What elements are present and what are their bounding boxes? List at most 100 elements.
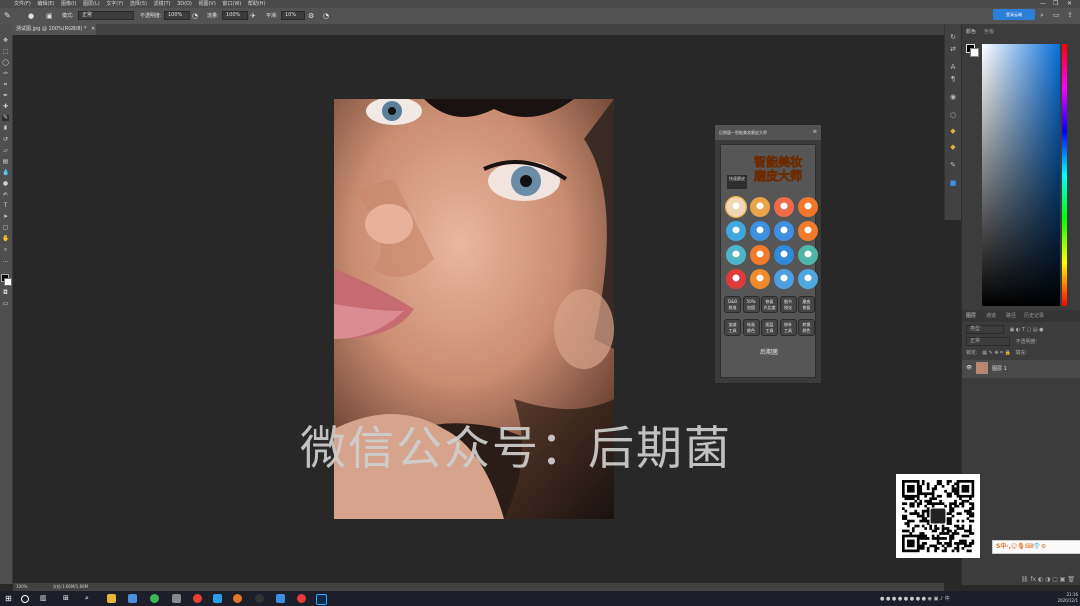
crop-tool-icon[interactable]: ⌗ xyxy=(2,82,9,88)
tool-button[interactable]: 磨皮 修复 xyxy=(798,296,815,313)
search-icon[interactable]: ⌕ xyxy=(1040,11,1044,20)
smooth-input[interactable]: 10% xyxy=(281,8,305,24)
history-brush-icon[interactable]: ↺ xyxy=(2,137,9,143)
menu-image[interactable]: 图像(I) xyxy=(61,0,76,8)
tool-button[interactable]: 修复 光比度 xyxy=(761,296,778,313)
brush-preset-icon[interactable]: ● xyxy=(28,8,34,24)
brush-tool-icon[interactable]: ✎ xyxy=(2,115,9,121)
quick-mask-icon[interactable]: ◘ xyxy=(2,290,9,296)
cloud-login-badge[interactable]: 登录云端 xyxy=(993,9,1035,20)
tab-swatches[interactable]: 色板 xyxy=(984,28,994,35)
tab-paths[interactable]: 路径 xyxy=(1006,310,1016,322)
color-picker-field[interactable] xyxy=(982,44,1060,306)
app-icon-2[interactable] xyxy=(150,594,159,603)
cortana-icon[interactable] xyxy=(21,595,29,603)
background-color-swatch[interactable] xyxy=(4,278,12,286)
system-clock[interactable]: 21:16 2020/12/1 xyxy=(1048,592,1078,604)
app-icon-4[interactable] xyxy=(213,594,222,603)
eyedropper-tool-icon[interactable]: ✒ xyxy=(2,93,9,99)
menu-help[interactable]: 帮助(H) xyxy=(248,0,266,8)
menu-filter[interactable]: 滤镜(T) xyxy=(154,0,171,8)
hue-slider[interactable] xyxy=(1062,44,1067,306)
tool-button[interactable]: 50% 加固 xyxy=(742,296,760,313)
share-icon[interactable]: ⇪ xyxy=(1067,11,1073,19)
more-tools-icon[interactable]: … xyxy=(2,258,9,264)
hand-tool-icon[interactable]: ✋ xyxy=(2,236,9,242)
pen-tool-icon[interactable]: ✍ xyxy=(2,192,9,198)
extension-icon[interactable]: ■ xyxy=(949,180,957,187)
layer-blend-select[interactable]: 正常 xyxy=(966,337,1010,346)
layer-actions[interactable]: ⛓ fx ◐ ◑ ▢ ▣ 🗑 xyxy=(962,576,1080,583)
eraser-tool-icon[interactable]: ▱ xyxy=(2,148,9,154)
tray-icons[interactable]: ● ● ● ● ● ● ● ● ◉ ▣ ♪ 中 xyxy=(880,595,950,602)
type-tool-icon[interactable]: T xyxy=(2,203,9,209)
maximize-button[interactable]: ❐ xyxy=(1053,0,1058,8)
menu-layer[interactable]: 图层(L) xyxy=(83,0,100,8)
flow-input[interactable]: 100% xyxy=(222,8,248,24)
airbrush-icon[interactable]: ✈ xyxy=(250,8,256,24)
tool-button[interactable]: 细节 锐化 xyxy=(779,296,797,313)
adjustments-icon[interactable]: ◉ xyxy=(949,94,957,101)
shape-tool-icon[interactable]: ▢ xyxy=(2,225,9,231)
tab-layers[interactable]: 图层 xyxy=(966,310,976,322)
tab-color[interactable]: 颜色 xyxy=(966,28,976,35)
app-icon-1[interactable] xyxy=(128,594,137,603)
character-icon[interactable]: A xyxy=(949,64,957,71)
tab-channels[interactable]: 通道 xyxy=(986,310,996,322)
brush-tool-icon[interactable]: ✎ xyxy=(4,8,11,24)
tool-button[interactable]: 绘画 颜色 xyxy=(742,319,760,336)
marquee-tool-icon[interactable]: ⬚ xyxy=(2,49,9,55)
photoshop-icon[interactable] xyxy=(316,594,327,605)
close-tab-icon[interactable]: ✕ xyxy=(91,26,95,32)
gear-icon[interactable]: ⚙ xyxy=(308,8,314,24)
brush-settings-icon[interactable]: ▣ xyxy=(46,8,53,24)
menu-window[interactable]: 窗口(W) xyxy=(222,0,241,8)
pressure-opacity-icon[interactable]: ◔ xyxy=(192,8,198,24)
history-icon[interactable]: ↻ xyxy=(949,34,957,41)
tool-button[interactable]: D&B 校准 xyxy=(724,296,741,313)
app-icon-6[interactable] xyxy=(255,594,264,603)
search-taskbar-icon[interactable]: ⌕ xyxy=(85,594,94,603)
plugin-launch-icon[interactable]: ◆ xyxy=(949,128,957,135)
tool-button[interactable]: 图层 工具 xyxy=(761,319,778,336)
gradient-tool-icon[interactable]: ▤ xyxy=(2,159,9,165)
lasso-tool-icon[interactable]: ◯ xyxy=(2,60,9,66)
tool-button[interactable]: 转换 颜色 xyxy=(798,319,815,336)
plugin-header[interactable]: 后期菌—智能美妆磨皮大师 ≡ xyxy=(715,125,821,140)
pressure-size-icon[interactable]: ◔ xyxy=(323,8,329,24)
menu-file[interactable]: 文件(F) xyxy=(14,0,31,8)
paragraph-icon[interactable]: ¶ xyxy=(949,76,957,83)
menu-view[interactable]: 视图(V) xyxy=(198,0,215,8)
workspace-icon[interactable]: ▭ xyxy=(1053,11,1060,19)
blur-tool-icon[interactable]: 💧 xyxy=(2,170,9,176)
document-tab[interactable]: 测试图.jpg @ 100%(RGB/8) * ✕ xyxy=(12,24,96,35)
path-select-icon[interactable]: ➤ xyxy=(2,214,9,220)
app-icon-8[interactable] xyxy=(297,594,306,603)
minimize-button[interactable]: — xyxy=(1040,0,1046,8)
brush-panel-icon[interactable]: ✎ xyxy=(949,162,957,169)
close-button[interactable]: ✕ xyxy=(1067,0,1072,8)
quick-select-tool-icon[interactable]: ✑ xyxy=(2,71,9,77)
tool-button[interactable]: 修补 工具 xyxy=(779,319,797,336)
windows-start-icon[interactable]: ⊞ xyxy=(5,594,14,603)
mode-select[interactable]: 正常 xyxy=(78,8,134,24)
layer-row[interactable]: 👁 图层 1 xyxy=(962,360,1080,378)
menu-type[interactable]: 文字(Y) xyxy=(106,0,123,8)
healing-tool-icon[interactable]: ✚ xyxy=(2,104,9,110)
file-explorer-icon[interactable] xyxy=(107,594,116,603)
layer-kind-select[interactable]: 类型 xyxy=(966,325,1004,334)
menu-edit[interactable]: 编辑(E) xyxy=(37,0,54,8)
tool-button[interactable]: 加减 工具 xyxy=(724,319,741,336)
screen-mode-icon[interactable]: ▭ xyxy=(2,301,9,307)
fg-bg-swatches[interactable] xyxy=(966,44,980,58)
chrome-icon[interactable] xyxy=(193,594,202,603)
app-icon-5[interactable] xyxy=(233,594,242,603)
eye-icon[interactable]: 👁 xyxy=(966,365,972,371)
panel-background-swatch[interactable] xyxy=(970,48,979,57)
app-icon-3[interactable] xyxy=(172,594,181,603)
plugin-extra-icon[interactable]: ◆ xyxy=(949,144,957,151)
move-tool-icon[interactable]: ✥ xyxy=(2,38,9,44)
dodge-tool-icon[interactable]: ● xyxy=(2,181,9,187)
lock-icons[interactable]: ▦ ✎ ✥ ⌗ 🔒 xyxy=(982,350,1011,356)
menu-icon[interactable]: ≡ xyxy=(813,125,817,140)
